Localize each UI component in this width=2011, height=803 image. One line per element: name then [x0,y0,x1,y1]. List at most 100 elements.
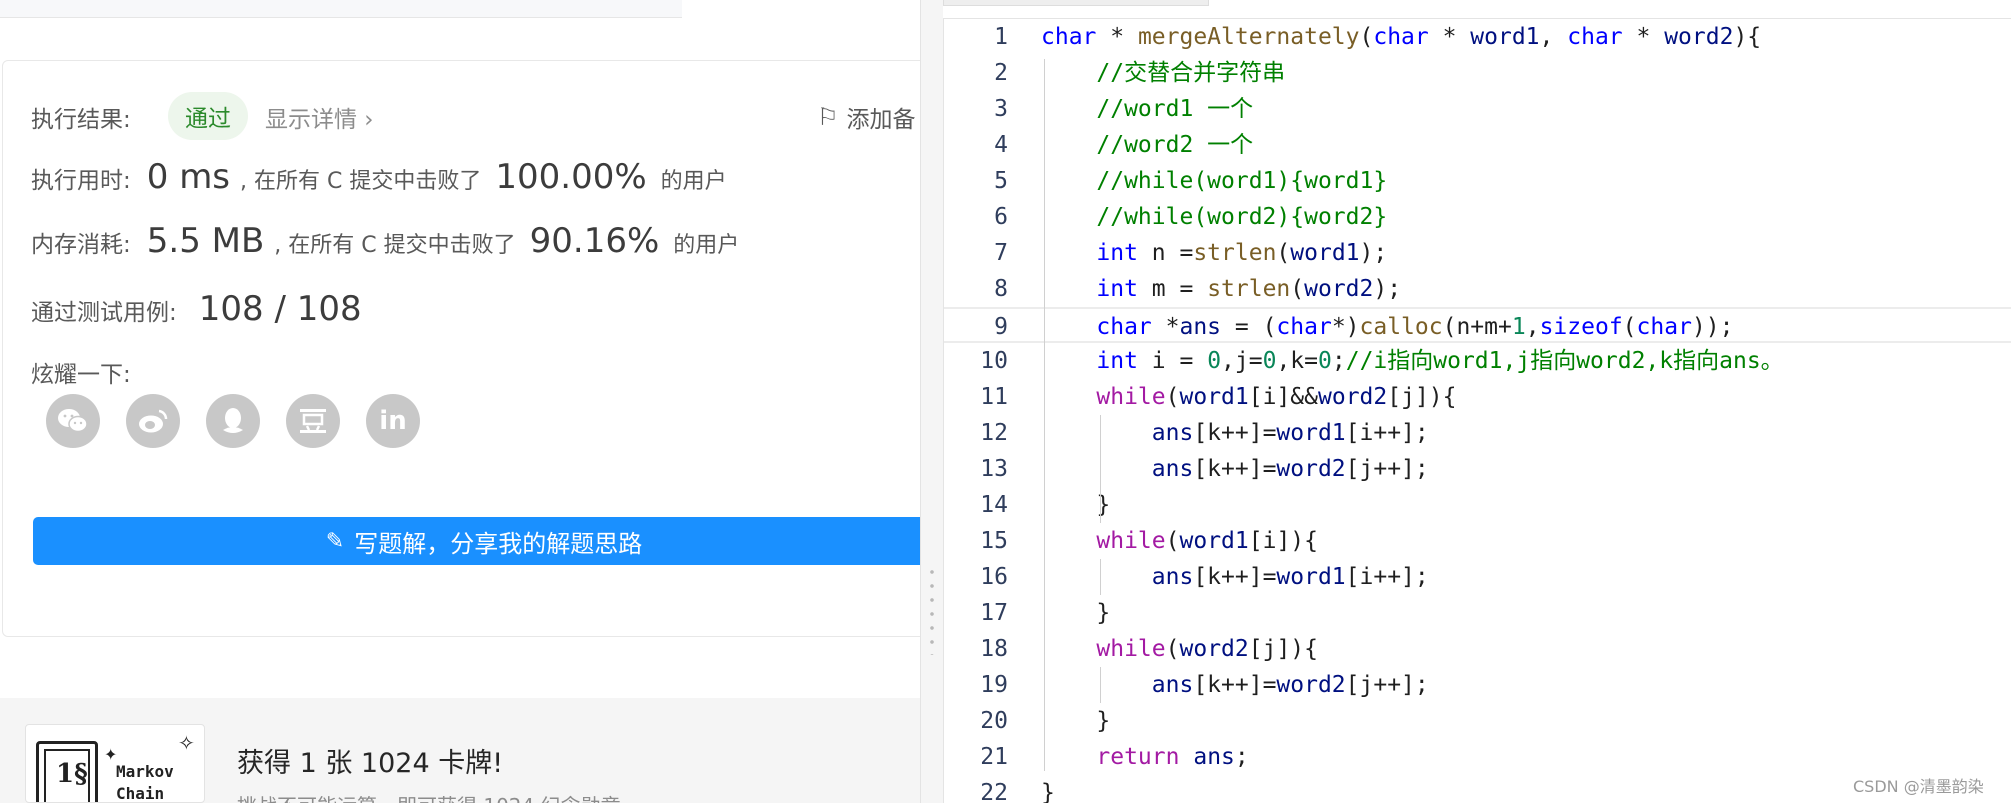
code-text[interactable]: } [1041,703,1110,739]
line-number: 19 [980,672,1008,698]
runtime-row: 执行用时: 0 ms , 在所有 C 提交中击败了 100.00% 的用户 [31,157,727,197]
indent-guide [1100,415,1101,523]
exec-result-row: 执行结果: [31,100,131,134]
code-editor[interactable]: 1 char * mergeAlternately(char * word1, c… [943,18,2011,803]
code-line[interactable]: 7 int n =strlen(word1); [944,235,2011,271]
line-number: 14 [980,492,1008,518]
line-number: 18 [980,636,1008,662]
code-line[interactable]: 8 int m = strlen(word2); [944,271,2011,307]
code-line[interactable]: 2 //交替合并字符串 [944,55,2011,91]
pencil-icon: ✎ [325,528,345,554]
code-text[interactable]: int n =strlen(word1); [1041,235,1387,271]
code-text[interactable]: //word1 一个 [1041,91,1253,127]
code-line[interactable]: 5 //while(word1){word1} [944,163,2011,199]
weibo-icon[interactable] [126,394,180,448]
reward-title: 获得 1 张 1024 卡牌! [237,748,504,779]
line-number: 8 [994,276,1008,302]
share-label: 炫耀一下: [31,362,131,388]
status-badge: 通过 [168,92,248,140]
memory-label: 内存消耗: [31,232,131,258]
code-line[interactable]: 20 } [944,703,2011,739]
code-text[interactable]: while(word1[i]&&word2[j]){ [1041,379,1456,415]
tests-value: 108 / 108 [198,289,362,329]
code-line[interactable]: 10 int i = 0,j=0,k=0;//i指向word1,j指向word2… [944,343,2011,379]
code-line[interactable]: 3 //word1 一个 [944,91,2011,127]
editor-tab[interactable] [943,0,1209,6]
line-number: 3 [994,96,1008,122]
runtime-suffix: 的用户 [660,169,727,194]
code-text[interactable]: } [1041,775,1055,803]
wechat-icon[interactable] [46,394,100,448]
code-line[interactable]: 14 } [944,487,2011,523]
linkedin-icon[interactable]: in [366,394,420,448]
line-number: 4 [994,132,1008,158]
code-text[interactable]: int i = 0,j=0,k=0;//i指向word1,j指向word2,k指… [1041,343,1783,379]
top-strip [0,0,682,18]
qq-icon[interactable] [206,394,260,448]
markov-chain-card-image: 1§ ✦ ✧ Markov Chain [25,724,205,803]
line-number: 15 [980,528,1008,554]
code-text[interactable]: while(word1[i]){ [1041,523,1318,559]
code-text[interactable]: int m = strlen(word2); [1041,271,1401,307]
add-note-button[interactable]: ⚐ 添加备 [817,100,916,134]
memory-row: 内存消耗: 5.5 MB , 在所有 C 提交中击败了 90.16% 的用户 [31,221,739,261]
memory-suffix: 的用户 [673,233,740,258]
card-frame: 1§ [36,741,98,802]
code-line[interactable]: 22} [944,775,2011,803]
write-solution-button[interactable]: ✎ 写题解，分享我的解题思路 [33,517,935,565]
line-number: 22 [980,780,1008,803]
indent-guide [1100,559,1101,595]
line-number: 21 [980,744,1008,770]
code-line[interactable]: 9 char *ans = (char*)calloc(n+m+1,sizeof… [944,307,2011,343]
memory-text: , 在所有 C 提交中击败了 [274,233,516,258]
code-line[interactable]: 19 ans[k++]=word2[j++]; [944,667,2011,703]
douban-icon[interactable] [286,394,340,448]
code-line[interactable]: 11 while(word1[i]&&word2[j]){ [944,379,2011,415]
code-line[interactable]: 4 //word2 一个 [944,127,2011,163]
code-text[interactable]: } [1041,595,1110,631]
write-solution-label: 写题解，分享我的解题思路 [354,529,643,558]
panel-splitter[interactable] [920,0,943,803]
code-line[interactable]: 1 char * mergeAlternately(char * word1, c… [944,19,2011,55]
sparkle-icon: ✧ [178,731,195,755]
add-note-label: 添加备 [846,107,916,133]
code-text[interactable]: char * mergeAlternately(char * word1, ch… [1041,19,1761,55]
runtime-percent: 100.00% [495,157,647,197]
tests-row: 通过测试用例: 108 / 108 [31,289,362,329]
flag-icon: ⚐ [817,103,839,131]
watermark: CSDN @清墨韵染 [1853,777,1984,796]
show-details-link[interactable]: 显示详情 › [265,100,374,134]
drag-handle-icon[interactable] [930,565,934,655]
line-number: 17 [980,600,1008,626]
code-line[interactable]: 21 return ans; [944,739,2011,775]
code-text[interactable]: //while(word2){word2} [1041,199,1387,235]
exec-result-label: 执行结果: [31,107,131,133]
line-number: 9 [994,314,1008,340]
code-text[interactable]: //交替合并字符串 [1041,55,1285,91]
code-text[interactable]: return ans; [1041,739,1248,775]
indent-guide [1100,667,1101,703]
share-row: 炫耀一下: [31,355,131,389]
code-line[interactable]: 12 ans[k++]=word1[i++]; [944,415,2011,451]
code-line[interactable]: 6 //while(word2){word2} [944,199,2011,235]
line-number: 13 [980,456,1008,482]
line-number: 7 [994,240,1008,266]
runtime-text: , 在所有 C 提交中击败了 [240,169,482,194]
code-line[interactable]: 16 ans[k++]=word1[i++]; [944,559,2011,595]
line-number: 1 [994,24,1008,50]
code-line[interactable]: 17 } [944,595,2011,631]
memory-value: 5.5 MB [146,221,265,261]
code-text[interactable]: char *ans = (char*)calloc(n+m+1,sizeof(c… [1041,309,1733,345]
reward-subtitle: 挑战不可能运算，即可获得 1024 纪念勋章 [237,790,621,803]
code-text[interactable]: //while(word1){word1} [1041,163,1387,199]
line-number: 6 [994,204,1008,230]
code-line[interactable]: 18 while(word2[j]){ [944,631,2011,667]
line-number: 12 [980,420,1008,446]
code-text[interactable]: //word2 一个 [1041,127,1253,163]
code-line[interactable]: 13 ans[k++]=word2[j++]; [944,451,2011,487]
code-line[interactable]: 15 while(word1[i]){ [944,523,2011,559]
code-text[interactable]: while(word2[j]){ [1041,631,1318,667]
tests-label: 通过测试用例: [31,300,177,326]
line-number: 20 [980,708,1008,734]
line-number: 11 [980,384,1008,410]
